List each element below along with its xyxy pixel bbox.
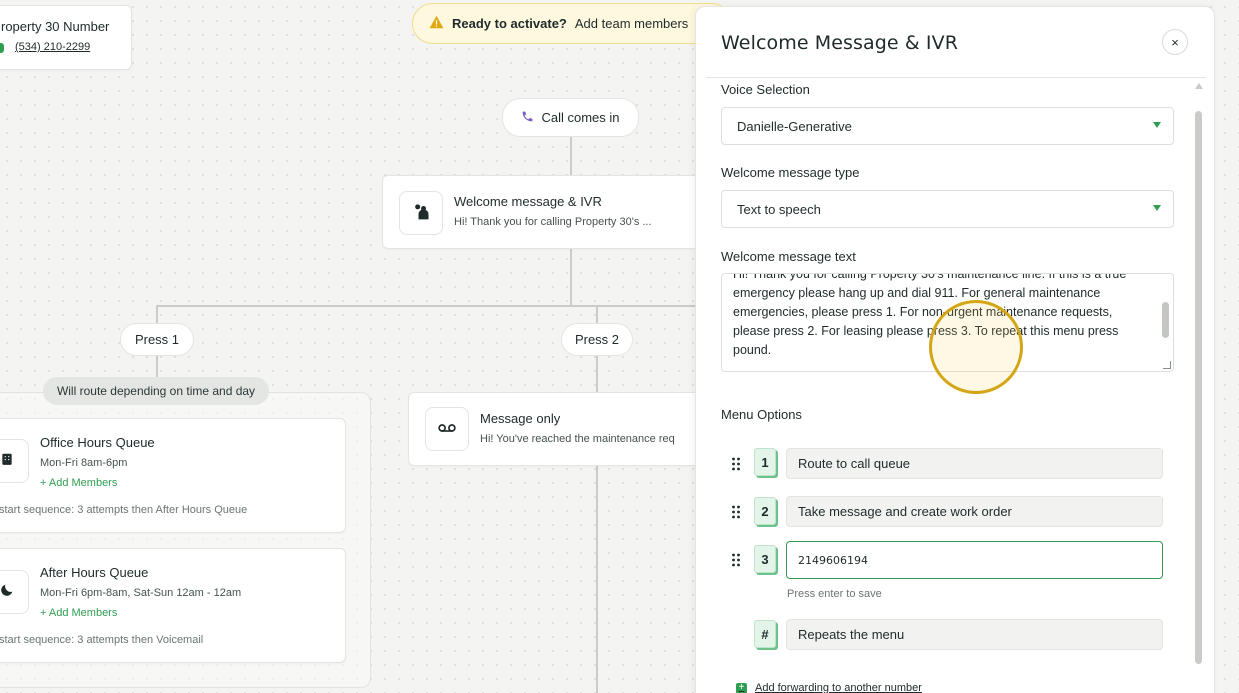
phone-number-title: roperty 30 Number xyxy=(1,19,110,34)
message-type-label: Welcome message type xyxy=(721,165,860,180)
textarea-scroll-thumb[interactable] xyxy=(1162,302,1169,338)
office-queue-add-members[interactable]: + Add Members xyxy=(40,477,117,489)
add-forwarding-link[interactable]: + Add forwarding to another number xyxy=(736,682,922,693)
ivr-node[interactable]: Welcome message & IVR Hi! Thank you for … xyxy=(382,175,712,249)
chevron-down-icon xyxy=(1153,205,1161,211)
ivr-node-subtitle: Hi! Thank you for calling Property 30's … xyxy=(454,216,652,228)
option-2-field[interactable]: Take message and create work order xyxy=(786,496,1163,527)
message-only-node[interactable]: Message only Hi! You've reached the main… xyxy=(408,392,728,466)
option-3-input[interactable]: 2149606194 xyxy=(786,541,1163,579)
panel-divider xyxy=(706,77,1206,78)
ivr-node-title: Welcome message & IVR xyxy=(454,194,602,209)
plus-icon: + xyxy=(736,682,747,693)
office-queue-hours: Mon-Fri 8am-6pm xyxy=(40,457,128,469)
press-1-label[interactable]: Press 1 xyxy=(120,323,194,356)
message-node-subtitle: Hi! You've reached the maintenance req xyxy=(480,433,675,445)
moon-icon xyxy=(0,582,15,603)
message-type-dropdown[interactable]: Text to speech xyxy=(721,190,1174,228)
ivr-icon-box xyxy=(399,191,443,235)
office-hours-queue-node[interactable]: Office Hours Queue Mon-Fri 8am-6pm + Add… xyxy=(0,418,346,533)
panel-scroll-thumb[interactable] xyxy=(1195,111,1202,664)
phone-number-link[interactable]: (534) 210-2299 xyxy=(15,41,90,53)
banner-heading: Ready to activate? xyxy=(452,16,567,31)
after-queue-sequence: start sequence: 3 attempts then Voicemai… xyxy=(0,634,204,646)
close-icon[interactable]: × xyxy=(1162,29,1188,55)
connector-line xyxy=(570,137,572,175)
voice-selection-label: Voice Selection xyxy=(721,82,810,97)
option-repeat-field[interactable]: Repeats the menu xyxy=(786,619,1163,650)
queue-icon-box xyxy=(0,570,29,614)
call-comes-in-node[interactable]: Call comes in xyxy=(502,98,639,137)
cursor-highlight-ring xyxy=(929,300,1023,394)
voicemail-icon xyxy=(438,420,456,438)
option-1-field[interactable]: Route to call queue xyxy=(786,448,1163,479)
phone-icon xyxy=(0,43,4,53)
warning-icon xyxy=(429,15,444,32)
connector-line xyxy=(596,305,598,325)
voice-selection-value: Danielle-Generative xyxy=(737,118,852,134)
message-node-title: Message only xyxy=(480,411,561,426)
phone-number-card[interactable]: roperty 30 Number (534) 210-2299 xyxy=(0,5,132,70)
panel-title: Welcome Message & IVR xyxy=(721,32,959,54)
connector-line xyxy=(156,356,158,378)
press-enter-hint: Press enter to save xyxy=(787,588,882,600)
textarea-scrollbar[interactable] xyxy=(1162,282,1169,352)
scroll-up-icon[interactable] xyxy=(1195,83,1203,89)
connector-line xyxy=(596,466,598,693)
after-queue-add-members[interactable]: + Add Members xyxy=(40,607,117,619)
drag-handle-icon[interactable] xyxy=(731,457,741,471)
ivr-people-icon xyxy=(411,201,431,226)
connector-line xyxy=(570,249,572,306)
after-hours-queue-node[interactable]: After Hours Queue Mon-Fri 6pm-8am, Sat-S… xyxy=(0,548,346,663)
option-key-badge: 1 xyxy=(754,448,776,476)
press-2-label[interactable]: Press 2 xyxy=(561,323,633,356)
drag-handle-icon[interactable] xyxy=(731,553,741,567)
building-icon xyxy=(0,452,14,471)
voicemail-icon-box xyxy=(425,407,469,451)
connector-line xyxy=(156,305,158,325)
option-key-badge: 3 xyxy=(754,545,776,573)
office-queue-sequence: start sequence: 3 attempts then After Ho… xyxy=(0,504,248,516)
message-text-label: Welcome message text xyxy=(721,249,856,264)
office-queue-title: Office Hours Queue xyxy=(40,435,155,450)
after-queue-title: After Hours Queue xyxy=(40,565,149,580)
connector-line xyxy=(156,305,696,307)
option-key-badge: 2 xyxy=(754,497,776,525)
phone-icon xyxy=(521,110,534,126)
call-comes-in-label: Call comes in xyxy=(541,110,620,125)
activation-banner[interactable]: Ready to activate? Add team members xyxy=(412,3,732,44)
drag-handle-icon[interactable] xyxy=(731,505,741,519)
after-queue-hours: Mon-Fri 6pm-8am, Sat-Sun 12am - 12am xyxy=(40,587,242,599)
voice-selection-dropdown[interactable]: Danielle-Generative xyxy=(721,107,1174,145)
option-key-badge: # xyxy=(754,620,776,648)
message-type-value: Text to speech xyxy=(737,201,821,217)
chevron-down-icon xyxy=(1153,122,1161,128)
add-forwarding-label: Add forwarding to another number xyxy=(755,682,922,693)
route-condition-pill: Will route depending on time and day xyxy=(43,377,269,405)
menu-options-title: Menu Options xyxy=(721,407,802,422)
queue-icon-box xyxy=(0,439,29,483)
resize-handle-icon[interactable] xyxy=(1163,361,1171,369)
connector-line xyxy=(596,356,598,392)
banner-text: Add team members xyxy=(574,16,689,31)
